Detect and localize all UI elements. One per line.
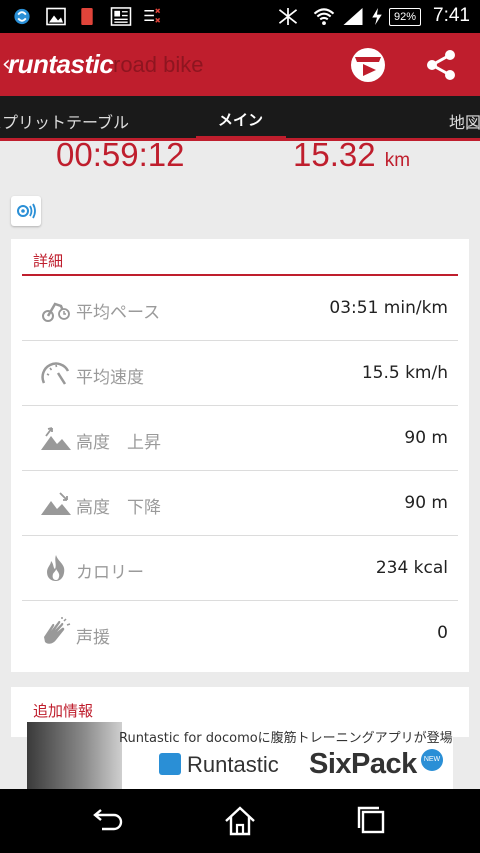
- detail-row-avg-speed: 平均速度 15.5 km/h: [22, 341, 458, 406]
- tab-split-table[interactable]: スプリットテーブル: [0, 109, 129, 133]
- duration-value: 00:59:12: [56, 136, 185, 173]
- ad-photo: [27, 722, 122, 789]
- battery-level: 92%: [389, 8, 421, 26]
- charging-icon: [372, 7, 382, 26]
- tab-main[interactable]: メイン: [218, 109, 263, 130]
- distance-stat: 15.32 km: [293, 136, 410, 174]
- music-player-icon[interactable]: [350, 47, 386, 83]
- tab-bar: スプリットテーブル メイン 地図: [0, 96, 480, 140]
- elevation-up-icon: [41, 427, 71, 450]
- share-icon[interactable]: [424, 48, 458, 82]
- detail-label: 平均ペース: [76, 303, 161, 323]
- gallery-icon: [46, 7, 66, 26]
- ad-new-badge: NEW: [421, 749, 443, 771]
- detail-row-calories: カロリー 234 kcal: [22, 536, 458, 601]
- sixpack-logo-icon: [159, 753, 181, 775]
- status-bar: 92% 7:41: [0, 0, 480, 33]
- detail-value: 90 m: [404, 428, 448, 448]
- detail-value: 03:51 min/km: [329, 298, 448, 318]
- detail-label: 平均速度: [76, 368, 144, 388]
- detail-row-elevation-loss: 高度 下降 90 m: [22, 471, 458, 536]
- pace-icon: [42, 302, 70, 322]
- clock: 7:41: [433, 5, 470, 26]
- app-logo[interactable]: runtastic: [8, 49, 114, 80]
- detail-value: 90 m: [404, 493, 448, 513]
- detail-label: 高度 下降: [76, 498, 161, 518]
- elevation-down-icon: [41, 492, 71, 515]
- flame-icon: [47, 555, 65, 581]
- additional-info-title: 追加情報: [33, 702, 94, 720]
- signal-icon: [343, 7, 363, 26]
- news-icon: [110, 7, 132, 26]
- distance-unit: km: [384, 150, 411, 171]
- system-nav-bar: [0, 789, 480, 853]
- details-title: 詳細: [33, 252, 64, 270]
- home-icon[interactable]: [222, 805, 258, 837]
- voice-feedback-button[interactable]: [11, 196, 41, 226]
- checklist-icon: [144, 8, 161, 23]
- detail-label: カロリー: [76, 563, 144, 583]
- back-icon[interactable]: [90, 805, 126, 837]
- detail-label: 声援: [76, 628, 110, 648]
- sync-icon: [14, 8, 30, 25]
- detail-value: 234 kcal: [375, 558, 448, 578]
- ad-headline: Runtastic for docomoに腹筋トレーニングアプリが登場: [119, 731, 453, 746]
- app-bar: ‹ runtastic road bike: [0, 33, 480, 96]
- detail-row-cheers: 声援 0: [22, 601, 458, 666]
- distance-value: 15.32: [293, 136, 376, 173]
- ad-product-name: SixPack: [309, 748, 417, 780]
- detail-row-avg-pace: 平均ペース 03:51 min/km: [22, 276, 458, 341]
- voice-feedback-icon: [17, 203, 36, 219]
- detail-value: 0: [437, 623, 448, 643]
- ad-app-name: Runtastic: [187, 752, 279, 777]
- detail-label: 高度 上昇: [76, 433, 161, 453]
- tab-map[interactable]: 地図: [449, 109, 480, 133]
- bluetooth-off-icon: [278, 7, 298, 26]
- recent-apps-icon[interactable]: [354, 805, 390, 837]
- speedometer-icon: [41, 362, 70, 385]
- ad-banner[interactable]: Runtastic for docomoに腹筋トレーニングアプリが登場 Runt…: [27, 722, 453, 789]
- cheer-icon: [44, 617, 71, 644]
- detail-row-elevation-gain: 高度 上昇 90 m: [22, 406, 458, 471]
- detail-value: 15.5 km/h: [361, 363, 448, 383]
- phone-icon: [81, 7, 93, 26]
- wifi-icon: [313, 8, 335, 26]
- details-card: 詳細 平均ペース 03:51 min/km 平均速度 15.5 km/h 高度 …: [11, 239, 469, 672]
- app-subtitle: road bike: [113, 52, 204, 77]
